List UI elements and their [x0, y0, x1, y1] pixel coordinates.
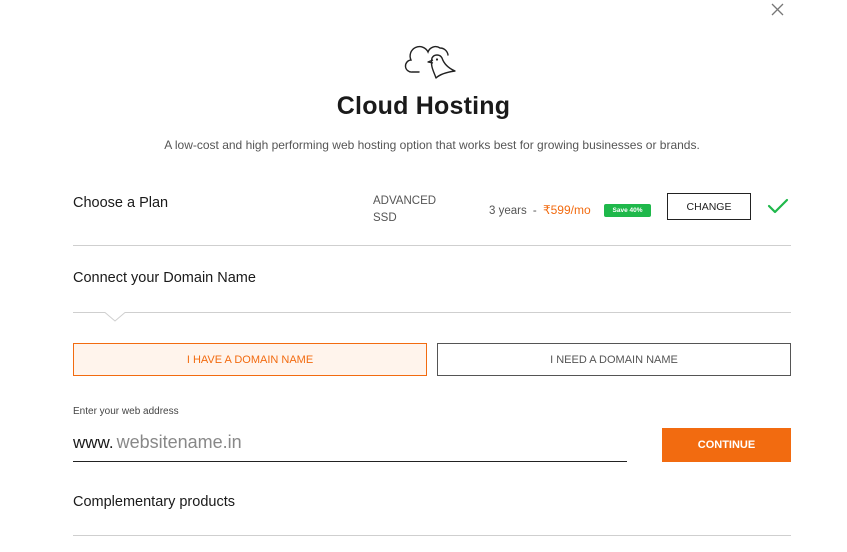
- complementary-products-heading: Complementary products: [73, 494, 235, 510]
- web-address-input[interactable]: www. websitename.in: [73, 424, 627, 462]
- web-address-placeholder: websitename.in: [116, 432, 242, 452]
- plan-name-line1: ADVANCED: [373, 195, 437, 207]
- connect-domain-heading: Connect your Domain Name: [73, 270, 256, 286]
- change-plan-button[interactable]: CHANGE: [667, 193, 751, 220]
- plan-duration: 3 years: [489, 205, 527, 217]
- plan-name: ADVANCED SSD: [373, 193, 453, 227]
- section-divider: [73, 245, 791, 246]
- web-address-label: Enter your web address: [73, 406, 179, 417]
- plan-price-value: ₹599/mo: [542, 203, 591, 217]
- plan-name-line2: SSD: [373, 212, 397, 224]
- check-icon: [767, 197, 789, 215]
- page-subtitle: A low-cost and high performing web hosti…: [164, 138, 700, 152]
- price-separator: -: [532, 205, 537, 217]
- choose-plan-heading: Choose a Plan: [73, 195, 169, 211]
- tab-have-domain[interactable]: I HAVE A DOMAIN NAME: [73, 343, 427, 376]
- section-divider-notch: [73, 311, 791, 323]
- continue-button[interactable]: CONTINUE: [662, 428, 791, 462]
- page-title: Cloud Hosting: [336, 92, 511, 120]
- close-button[interactable]: [768, 1, 786, 19]
- plan-price: 3 years - ₹599/mo: [489, 203, 591, 217]
- save-badge: Save 40%: [604, 204, 651, 217]
- cloud-bird-icon: [404, 38, 460, 80]
- section-divider: [73, 535, 791, 536]
- close-icon: [771, 3, 784, 16]
- tab-need-domain[interactable]: I NEED A DOMAIN NAME: [437, 343, 791, 376]
- www-prefix: www.: [73, 432, 114, 452]
